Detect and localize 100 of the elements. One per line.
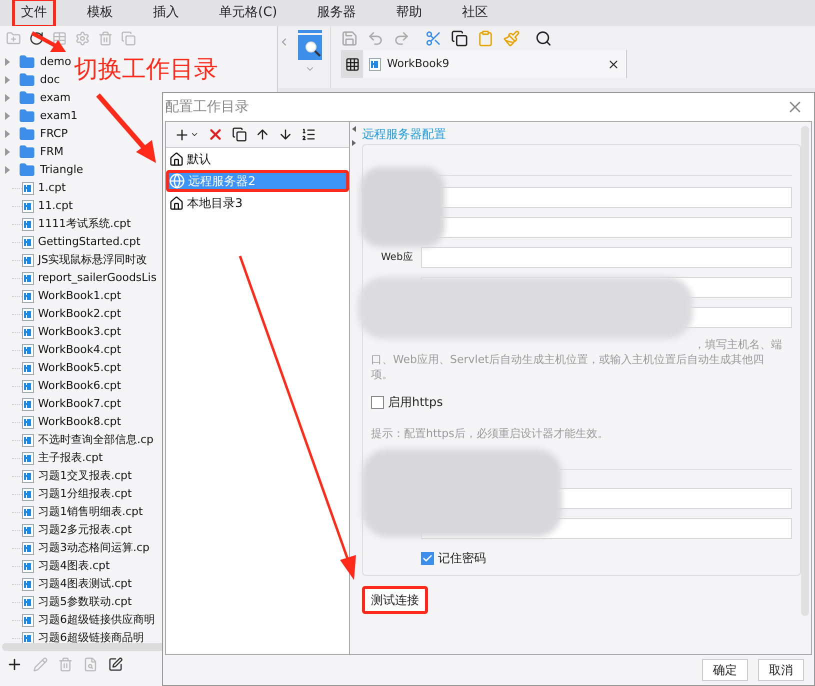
- report-file-icon: [22, 416, 34, 428]
- scrollbar[interactable]: [801, 126, 809, 616]
- dialog-button[interactable]: 取消: [758, 659, 804, 681]
- file-name[interactable]: 不选时查询全部信息.cp: [38, 432, 154, 448]
- move-down-icon[interactable]: [278, 127, 293, 142]
- copy-icon[interactable]: [451, 30, 468, 46]
- test-connection-button[interactable]: 测试连接: [362, 586, 428, 614]
- edit-icon[interactable]: [33, 656, 48, 672]
- file-name[interactable]: WorkBook5.cpt: [38, 360, 122, 376]
- settings-icon[interactable]: [75, 30, 90, 46]
- file-name[interactable]: 习题2多元报表.cpt: [38, 522, 132, 538]
- annotation-arrow: [31, 31, 66, 52]
- file-name[interactable]: WorkBook2.cpt: [38, 306, 122, 322]
- file-name[interactable]: WorkBook8.cpt: [38, 414, 122, 430]
- window-icon[interactable]: [52, 30, 67, 46]
- file-name[interactable]: WorkBook7.cpt: [38, 396, 122, 412]
- move-up-icon[interactable]: [255, 127, 270, 142]
- file-name[interactable]: 习题4图表测试.cpt: [38, 576, 132, 592]
- file-name[interactable]: 主子报表.cpt: [38, 450, 103, 466]
- folder-icon: [19, 72, 35, 88]
- file-name[interactable]: 习题1销售明细表.cpt: [38, 504, 143, 520]
- input-field[interactable]: [421, 247, 792, 268]
- field-label: Web应: [381, 250, 414, 265]
- delete-icon[interactable]: [207, 126, 224, 143]
- folder-name[interactable]: FRCP: [40, 126, 68, 142]
- file-name[interactable]: GettingStarted.cpt: [38, 234, 140, 250]
- file-name[interactable]: 1.cpt: [38, 180, 66, 196]
- file-name[interactable]: 习题1分组报表.cpt: [38, 486, 132, 502]
- file-name[interactable]: 习题3动态格间运算.cp: [38, 540, 150, 556]
- workbook-tab[interactable]: WorkBook9: [363, 50, 627, 78]
- directory-item[interactable]: 默认: [166, 148, 349, 170]
- trash-icon[interactable]: [58, 656, 73, 672]
- folder-name[interactable]: doc: [40, 72, 60, 88]
- folder-name[interactable]: Triangle: [40, 162, 84, 178]
- checkbox-label[interactable]: 启用https: [388, 393, 443, 411]
- dropdown-caret-icon[interactable]: [190, 130, 199, 139]
- close-icon[interactable]: [607, 58, 620, 70]
- save-icon[interactable]: [341, 30, 358, 46]
- file-name[interactable]: 11.cpt: [38, 198, 73, 214]
- collapse-arrow-icon[interactable]: [352, 126, 356, 132]
- add-icon[interactable]: [174, 126, 190, 142]
- file-name[interactable]: JS实现鼠标悬浮同时改: [38, 252, 148, 268]
- group-title: 远程服务器配置: [362, 126, 447, 143]
- file-name[interactable]: report_sailerGoodsLis: [38, 270, 157, 286]
- file-name[interactable]: 1111考试系统.cpt: [38, 216, 131, 232]
- trash-icon[interactable]: [98, 30, 113, 46]
- checkbox-label[interactable]: 记住密码: [438, 549, 486, 567]
- undo-icon[interactable]: [367, 30, 384, 46]
- new-folder-icon[interactable]: [6, 30, 21, 46]
- expand-arrow-icon[interactable]: [5, 58, 10, 66]
- folder-icon: [19, 90, 35, 106]
- file-name[interactable]: 习题1交叉报表.cpt: [38, 468, 132, 484]
- report-file-icon: [22, 614, 34, 626]
- menu-item[interactable]: 社区: [453, 0, 498, 28]
- expand-arrow-icon[interactable]: [352, 140, 356, 146]
- file-name[interactable]: 习题6超级链接供应商明: [38, 612, 155, 628]
- menu-item[interactable]: 服务器: [308, 0, 366, 28]
- text-search-icon[interactable]: [535, 30, 552, 46]
- report-file-icon: [22, 182, 34, 194]
- checkbox[interactable]: [371, 396, 384, 408]
- file-name[interactable]: 习题4图表.cpt: [38, 558, 110, 574]
- checkbox[interactable]: [421, 552, 434, 564]
- expand-arrow-icon[interactable]: [5, 166, 10, 174]
- paste-icon[interactable]: [477, 30, 494, 46]
- menu-item[interactable]: 单元格(C): [210, 0, 286, 28]
- expand-arrow-icon[interactable]: [5, 148, 10, 156]
- edit-file-icon[interactable]: [108, 656, 123, 672]
- hint-text: ，填写主机名、端: [693, 337, 783, 352]
- brush-icon[interactable]: [503, 30, 520, 46]
- report-file-icon: [22, 362, 34, 374]
- file-name[interactable]: WorkBook6.cpt: [38, 378, 122, 394]
- menu-item[interactable]: 模板: [78, 0, 122, 28]
- folder-name[interactable]: FRM: [40, 144, 64, 160]
- file-name[interactable]: 习题6超级链接商品明: [38, 630, 144, 643]
- expand-arrow-icon[interactable]: [5, 130, 10, 138]
- folder-icon: [19, 162, 35, 178]
- refresh-icon[interactable]: [29, 30, 44, 46]
- report-file-icon: [22, 434, 34, 446]
- file-name[interactable]: WorkBook1.cpt: [38, 288, 122, 304]
- redo-icon[interactable]: [393, 30, 410, 46]
- file-name[interactable]: 习题5参数联动.cpt: [38, 594, 132, 610]
- preview-document-icon[interactable]: [298, 30, 322, 60]
- folder-name[interactable]: demo: [40, 54, 72, 70]
- dialog-button[interactable]: 确定: [702, 659, 748, 681]
- sort-icon[interactable]: [301, 127, 316, 142]
- copy-icon[interactable]: [232, 127, 247, 142]
- new-sheet-icon[interactable]: [344, 56, 360, 72]
- file-search-icon[interactable]: [83, 656, 98, 672]
- expand-arrow-icon[interactable]: [5, 112, 10, 120]
- file-name[interactable]: WorkBook4.cpt: [38, 342, 122, 358]
- folder-name[interactable]: exam1: [40, 108, 78, 124]
- menu-item[interactable]: 帮助: [387, 0, 432, 28]
- report-file-icon: [22, 254, 34, 266]
- expand-arrow-icon[interactable]: [5, 76, 10, 84]
- menu-item[interactable]: 插入: [144, 0, 188, 28]
- folder-name[interactable]: exam: [40, 90, 71, 106]
- file-name[interactable]: WorkBook3.cpt: [38, 324, 122, 340]
- directory-item[interactable]: 本地目录3: [166, 192, 349, 214]
- expand-arrow-icon[interactable]: [5, 94, 10, 102]
- scissors-icon[interactable]: [425, 30, 442, 46]
